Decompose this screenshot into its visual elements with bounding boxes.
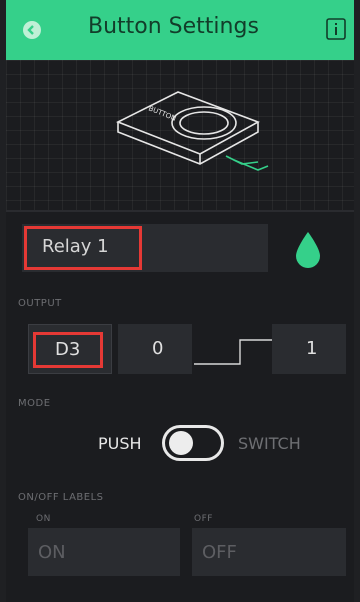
mode-switch-label[interactable]: SWITCH	[238, 434, 301, 453]
header-bar: Button Settings	[6, 0, 354, 60]
mode-push-label[interactable]: PUSH	[98, 434, 142, 453]
drop-icon[interactable]	[292, 230, 324, 270]
toggle-knob	[169, 431, 193, 455]
divider	[6, 210, 354, 212]
off-label-caption: OFF	[194, 514, 213, 524]
labels-section-label: ON/OFF LABELS	[18, 492, 104, 503]
mode-toggle[interactable]	[162, 425, 224, 461]
svg-text:BUTTON: BUTTON	[147, 104, 177, 122]
on-label-input[interactable]: ON	[28, 528, 180, 576]
output-max-value: 1	[306, 338, 318, 359]
on-label-placeholder: ON	[38, 542, 66, 563]
off-label-placeholder: OFF	[202, 542, 237, 563]
output-section-label: OUTPUT	[18, 298, 62, 309]
mode-section-label: MODE	[18, 398, 51, 409]
page-title: Button Settings	[88, 14, 259, 39]
name-highlight-box	[24, 226, 142, 270]
settings-screen: Button Settings BUTTON Relay 1 OUTPUT D3…	[6, 0, 354, 602]
output-max-input[interactable]: 1	[272, 324, 346, 374]
app-frame: Button Settings BUTTON Relay 1 OUTPUT D3…	[0, 0, 360, 602]
button-device-icon: BUTTON	[116, 91, 269, 171]
output-min-value: 0	[152, 338, 164, 359]
pin-highlight-box	[33, 332, 103, 368]
back-arrow-icon[interactable]	[22, 20, 42, 40]
on-label-caption: ON	[36, 514, 51, 524]
output-min-input[interactable]: 0	[118, 324, 192, 374]
off-label-input[interactable]: OFF	[192, 528, 346, 576]
output-range-graph	[194, 339, 284, 365]
info-icon[interactable]	[326, 18, 346, 40]
